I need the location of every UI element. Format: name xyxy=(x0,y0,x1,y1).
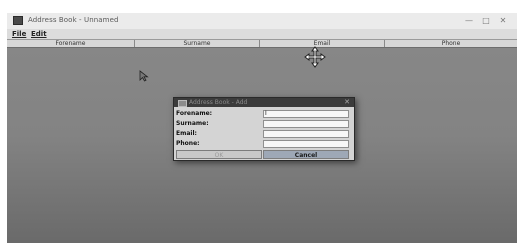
move-cursor-icon xyxy=(304,46,326,68)
add-contact-dialog: Address Book - Add ✕ Forename: I Surname… xyxy=(173,97,355,161)
app-icon xyxy=(13,16,23,25)
close-button[interactable]: ✕ xyxy=(496,15,510,27)
table-header: Forename Surname Email Phone xyxy=(7,39,517,48)
window-title: Address Book - Unnamed xyxy=(28,16,119,24)
email-field[interactable] xyxy=(263,130,349,138)
maximize-button[interactable]: □ xyxy=(479,15,493,27)
address-book-window: Address Book - Unnamed — □ ✕ File Edit F… xyxy=(7,13,517,243)
window-titlebar[interactable]: Address Book - Unnamed — □ ✕ xyxy=(7,13,517,29)
mouse-pointer-icon xyxy=(139,70,149,82)
ok-button[interactable]: OK xyxy=(176,150,262,159)
forename-field[interactable]: I xyxy=(263,110,349,118)
phone-field[interactable] xyxy=(263,140,349,148)
surname-label: Surname: xyxy=(176,120,209,127)
column-header-phone[interactable]: Phone xyxy=(385,40,517,47)
minimize-button[interactable]: — xyxy=(462,15,476,27)
menu-file[interactable]: File xyxy=(12,29,26,39)
menu-edit[interactable]: Edit xyxy=(31,29,47,39)
cancel-button[interactable]: Cancel xyxy=(263,150,349,159)
dialog-app-icon xyxy=(178,100,187,107)
column-header-forename[interactable]: Forename xyxy=(7,40,135,47)
dialog-titlebar[interactable]: Address Book - Add ✕ xyxy=(174,98,354,107)
email-label: Email: xyxy=(176,130,197,137)
dialog-close-button[interactable]: ✕ xyxy=(344,98,350,107)
forename-label: Forename: xyxy=(176,110,213,117)
dialog-title: Address Book - Add xyxy=(189,99,248,106)
phone-label: Phone: xyxy=(176,140,200,147)
surname-field[interactable] xyxy=(263,120,349,128)
menu-bar: File Edit xyxy=(7,29,517,39)
column-header-surname[interactable]: Surname xyxy=(135,40,260,47)
